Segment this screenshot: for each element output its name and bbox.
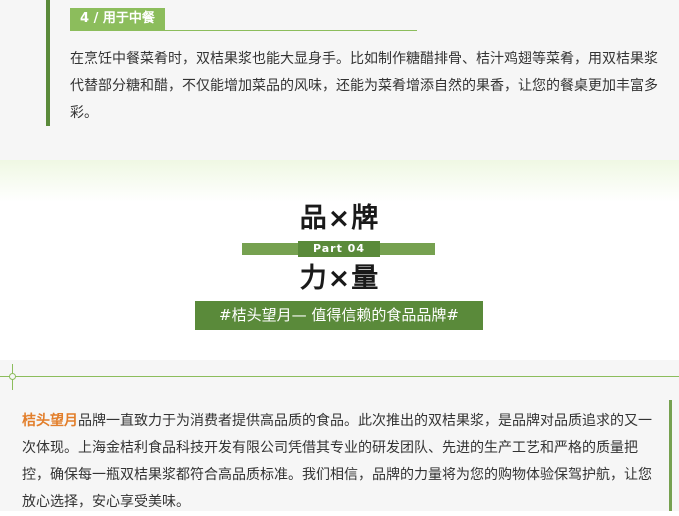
- tip-section: 4 / 用于中餐 在烹饪中餐菜肴时，双桔果浆也能大显身手。比如制作糖醋排骨、桔汁…: [0, 0, 679, 160]
- brand-header-section: 品×牌 Part 04 力×量 #桔头望月— 值得信赖的食品品牌#: [0, 160, 679, 360]
- brand-title-bottom: 力×量: [299, 263, 380, 294]
- brand-slogan: #桔头望月— 值得信赖的食品品牌#: [195, 301, 483, 330]
- decorative-line: [0, 376, 679, 377]
- tip-text: 在烹饪中餐菜肴时，双桔果浆也能大显身手。比如制作糖醋排骨、桔汁鸡翅等菜肴，用双桔…: [70, 51, 658, 121]
- tip-accent-bar: [46, 0, 50, 126]
- brand-title-top: 品×牌: [299, 203, 380, 234]
- brand-name: 桔头望月: [22, 413, 78, 429]
- tip-tag: 4 / 用于中餐: [70, 8, 165, 30]
- brand-paragraph-section: 桔头望月品牌一直致力于为消费者提供高品质的食品。此次推出的双桔果浆，是品牌对品质…: [0, 360, 679, 511]
- brand-paragraph: 桔头望月品牌一直致力于为消费者提供高品质的食品。此次推出的双桔果浆，是品牌对品质…: [22, 408, 662, 516]
- part-label: Part 04: [298, 241, 380, 257]
- decorative-dot-icon: [9, 373, 16, 380]
- tip-tag-underline: [70, 30, 417, 31]
- brand-paragraph-text: 品牌一直致力于为消费者提供高品质的食品。此次推出的双桔果浆，是品牌对品质追求的又…: [22, 413, 652, 510]
- paragraph-accent-bar: [669, 400, 672, 511]
